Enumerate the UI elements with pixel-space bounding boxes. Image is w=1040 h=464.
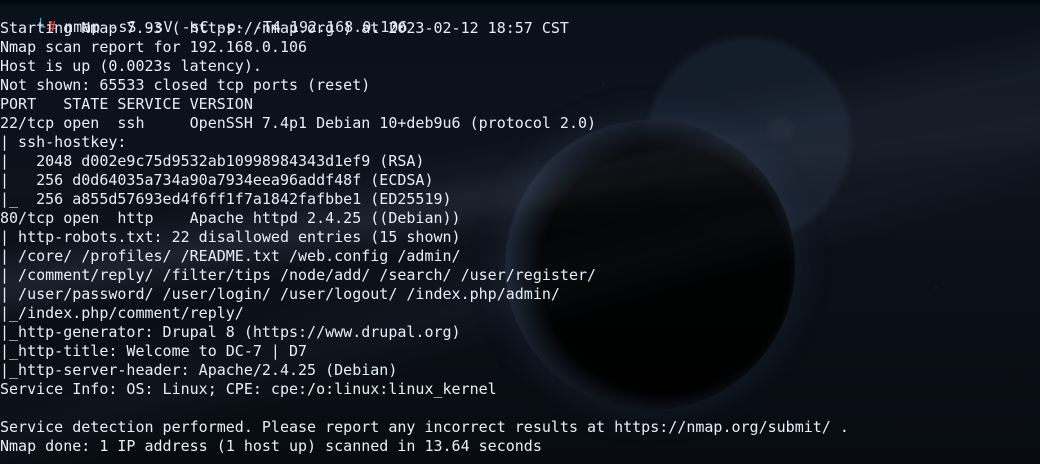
terminal-window: └ # nmap -sS -sV -sC -p- -T4 192.168.0.106…	[0, 0, 1040, 464]
output-line: | 256 d0d64035a734a90a7934eea96addf48f (…	[0, 171, 434, 189]
output-line: Not shown: 65533 closed tcp ports (reset…	[0, 76, 371, 94]
output-line: |_http-title: Welcome to DC-7 | D7	[0, 342, 308, 360]
output-line: Service detection performed. Please repo…	[0, 418, 849, 436]
output-line: Nmap done: 1 IP address (1 host up) scan…	[0, 437, 542, 455]
output-line: | 2048 d002e9c75d9532ab10998984343d1ef9 …	[0, 152, 425, 170]
output-line: Service Info: OS: Linux; CPE: cpe:/o:lin…	[0, 380, 497, 398]
output-line: |_http-server-header: Apache/2.4.25 (Deb…	[0, 361, 398, 379]
planet-background	[505, 120, 795, 410]
output-line: |_http-generator: Drupal 8 (https://www.…	[0, 323, 461, 341]
output-line: | http-robots.txt: 22 disallowed entries…	[0, 228, 461, 246]
output-line: | /core/ /profiles/ /README.txt /web.con…	[0, 247, 461, 265]
output-line: | /comment/reply/ /filter/tips /node/add…	[0, 266, 597, 284]
output-line: 80/tcp open http Apache httpd 2.4.25 ((D…	[0, 209, 461, 227]
output-line: | ssh-hostkey:	[0, 133, 127, 151]
output-line: | /user/password/ /user/login/ /user/log…	[0, 285, 560, 303]
output-line: Host is up (0.0023s latency).	[0, 57, 262, 75]
output-line: |_ 256 a855d57693ed4f6ff1f7a1842fafbbe1 …	[0, 190, 452, 208]
output-line: PORT STATE SERVICE VERSION	[0, 95, 253, 113]
output-line: |_/index.php/comment/reply/	[0, 304, 244, 322]
output-line: Nmap scan report for 192.168.0.106	[0, 38, 308, 56]
output-line: Starting Nmap 7.93 ( https://nmap.org ) …	[0, 19, 569, 37]
output-line: 22/tcp open ssh OpenSSH 7.4p1 Debian 10+…	[0, 114, 597, 132]
command-line: └ # nmap -sS -sV -sC -p- -T4 192.168.0.106	[0, 0, 407, 36]
